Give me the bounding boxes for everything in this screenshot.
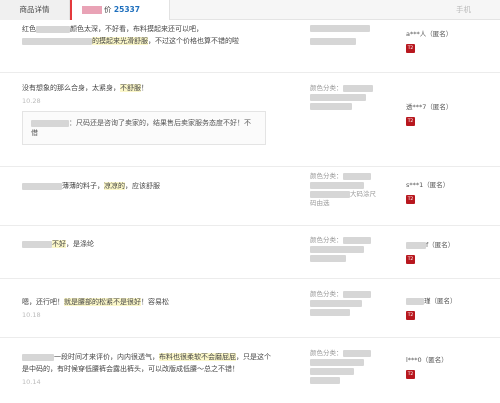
- review-content: 薄薄的料子，凉凉的，应该舒服: [22, 180, 292, 192]
- review-date: 10.18: [22, 311, 41, 319]
- review-item: 没有想象的那么合身，太紧身，不舒服！ 10.28 ：尺码还是咨询了卖家的，结果售…: [0, 74, 500, 167]
- redacted-text: [310, 190, 350, 198]
- review-text-line: 嗯，还行吧！就是腰部的松紧不是很好！容易松: [22, 298, 169, 306]
- redacted-text: [31, 119, 69, 127]
- redacted-text: [310, 102, 352, 110]
- user-name: a***人（匿名）: [406, 30, 453, 38]
- tab-reviews[interactable]: 价 25337: [70, 0, 170, 20]
- review-user: l***0（匿名） T2: [406, 355, 500, 379]
- redacted-text: [406, 297, 424, 305]
- review-text-line: 红色 颜色太深，不好看，布料摸起来还可以吧，: [22, 25, 203, 33]
- redacted-text: [310, 181, 364, 189]
- review-text-line: 没有想象的那么合身，太紧身，不舒服！: [22, 84, 148, 92]
- review-content: 不好，是涤纶: [22, 238, 292, 250]
- redacted-text: [406, 241, 426, 249]
- review-date: 10.14: [22, 378, 41, 386]
- redacted-text: [342, 172, 371, 180]
- review-sku: [310, 23, 400, 45]
- review-user: s***1（匿名） T2: [406, 180, 500, 204]
- user-name: 瑾（匿名）: [406, 296, 500, 306]
- review-text-line: 薄薄的料子，凉凉的，应该舒服: [22, 180, 292, 192]
- review-content: 红色 颜色太深，不好看，布料摸起来还可以吧， 的摸起来光滑舒服，不过这个价格也算不…: [22, 23, 292, 47]
- user-level-badge: T2: [406, 311, 415, 320]
- redacted-text: [36, 25, 70, 33]
- review-user: 透***7（匿名） T2: [406, 102, 500, 126]
- user-name: s***1（匿名）: [406, 181, 450, 189]
- redacted-text: [22, 37, 92, 45]
- review-item: 不好，是涤纶 颜色分类： f（匿名） T2: [0, 227, 500, 279]
- redacted-text: [310, 308, 350, 316]
- redacted-text: [310, 245, 364, 253]
- redacted-text: [310, 376, 340, 384]
- review-date: 10.28: [22, 97, 41, 105]
- tab-bar: 商品详情 价 25337 手机: [0, 0, 500, 20]
- user-name: f（匿名）: [406, 240, 500, 250]
- redacted-text: [310, 25, 370, 32]
- review-sku: 颜色分类：: [310, 84, 400, 111]
- redacted-text: [310, 358, 364, 366]
- tab-product-details[interactable]: 商品详情: [0, 0, 70, 20]
- user-name: l***0（匿名）: [406, 356, 448, 364]
- review-sku: 颜色分类：: [310, 290, 400, 317]
- review-user: a***人（匿名） T2: [406, 29, 500, 53]
- redacted-text: [342, 84, 373, 92]
- redacted-text: [342, 349, 371, 357]
- redacted-text: [310, 37, 356, 45]
- reviews-count: 25337: [113, 5, 140, 14]
- review-text-line: 一段时间才来评价，内内很透气，布料也很柔软不会磨屁屁，只是这个: [22, 351, 292, 363]
- review-content: 嗯，还行吧！就是腰部的松紧不是很好！容易松 10.18: [22, 296, 292, 319]
- review-content: 一段时间才来评价，内内很透气，布料也很柔软不会磨屁屁，只是这个 是中码的，有时候…: [22, 351, 292, 386]
- user-level-badge: T2: [406, 255, 415, 264]
- redacted-text: [310, 93, 366, 101]
- redacted-text: [22, 353, 54, 361]
- review-content: 没有想象的那么合身，太紧身，不舒服！ 10.28 ：尺码还是咨询了卖家的，结果售…: [22, 82, 292, 145]
- review-user: f（匿名） T2: [406, 240, 500, 264]
- user-level-badge: T2: [406, 44, 415, 53]
- review-item: 一段时间才来评价，内内很透气，布料也很柔软不会磨屁屁，只是这个 是中码的，有时候…: [0, 339, 500, 403]
- redacted-text: [22, 182, 62, 190]
- user-level-badge: T2: [406, 117, 415, 126]
- redacted-text: [310, 367, 354, 375]
- tab-mobile[interactable]: 手机: [456, 0, 471, 20]
- review-text-line: 不好，是涤纶: [22, 238, 292, 250]
- review-text-line: 是中码的，有时候穿低腰裤会露出裤头，可以改版成低腰～总之不错！: [22, 365, 239, 373]
- redacted-text: [310, 299, 362, 307]
- review-item: 薄薄的料子，凉凉的，应该舒服 颜色分类： 大码涂尺 码由选 s***1（匿名） …: [0, 168, 500, 226]
- review-sku: 颜色分类：: [310, 236, 400, 263]
- review-sku: 颜色分类： 大码涂尺 码由选: [310, 172, 376, 207]
- reviews-label-redacted: [82, 6, 102, 14]
- review-sku: 颜色分类：: [310, 349, 400, 385]
- seller-reply-box: ：尺码还是咨询了卖家的，结果售后卖家服务态度不好！不借: [22, 111, 266, 145]
- reviews-label-suffix: 价: [104, 5, 112, 14]
- redacted-text: [342, 290, 371, 298]
- user-name: 透***7（匿名）: [406, 103, 453, 111]
- redacted-text: [342, 236, 371, 244]
- review-user: 瑾（匿名） T2: [406, 296, 500, 320]
- review-item: 嗯，还行吧！就是腰部的松紧不是很好！容易松 10.18 颜色分类： 瑾（匿名） …: [0, 280, 500, 338]
- review-item: 红色 颜色太深，不好看，布料摸起来还可以吧， 的摸起来光滑舒服，不过这个价格也算不…: [0, 21, 500, 73]
- user-level-badge: T2: [406, 195, 415, 204]
- redacted-text: [22, 240, 52, 248]
- redacted-text: [310, 254, 346, 262]
- user-level-badge: T2: [406, 370, 415, 379]
- review-text-line: 的摸起来光滑舒服，不过这个价格也算不错的啦: [22, 35, 292, 47]
